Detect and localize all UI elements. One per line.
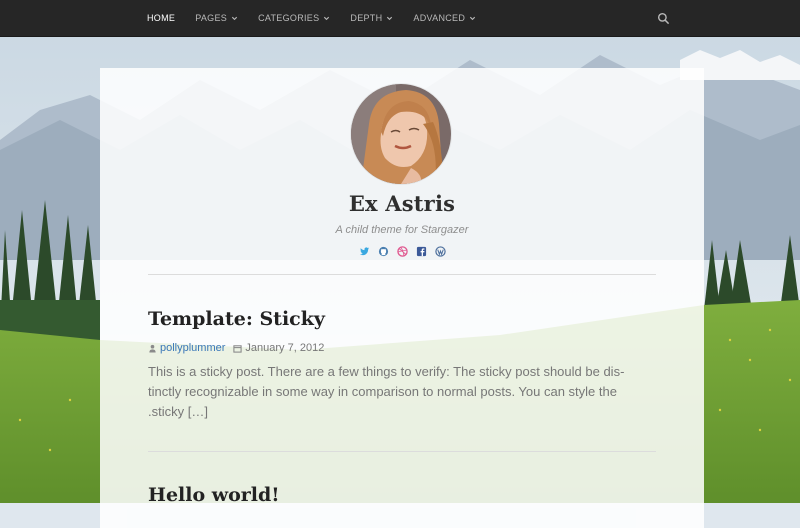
- header-divider: [148, 274, 656, 275]
- content-card: Ex Astris A child theme for Stargazer Te…: [100, 68, 704, 528]
- excerpt-line: .sticky […]: [148, 404, 208, 419]
- nav-item-home[interactable]: HOME: [137, 0, 185, 36]
- dribbble-icon[interactable]: [396, 246, 408, 257]
- twitter-icon[interactable]: [359, 246, 370, 257]
- nav-item-depth[interactable]: DEPTH: [340, 0, 403, 36]
- nav-item-pages[interactable]: PAGES: [185, 0, 248, 36]
- nav-item-categories[interactable]: CATEGORIES: [248, 0, 340, 36]
- excerpt-line: tinctly recognizable in some way in comp…: [148, 384, 617, 399]
- nav-item-label: HOME: [147, 13, 176, 23]
- post-author-link[interactable]: pollyplummer: [160, 342, 225, 354]
- chevron-down-icon: [231, 16, 238, 20]
- post-date-link[interactable]: January 7, 2012: [245, 342, 324, 354]
- nav-item-label: PAGES: [195, 13, 228, 23]
- search-icon[interactable]: [657, 12, 670, 25]
- facebook-icon[interactable]: [416, 246, 427, 257]
- chevron-down-icon: [324, 16, 330, 20]
- nav-item-label: DEPTH: [350, 13, 383, 23]
- user-icon: [149, 344, 156, 353]
- chevron-down-icon: [387, 16, 393, 20]
- post-title[interactable]: Template: Sticky: [148, 308, 325, 330]
- avatar[interactable]: [351, 84, 451, 184]
- chevron-down-icon: [470, 16, 476, 20]
- post-divider: [148, 451, 656, 452]
- post-meta: pollyplummer January 7, 2012: [148, 342, 324, 354]
- site-title[interactable]: Ex Astris: [100, 191, 704, 216]
- nav-item-label: CATEGORIES: [258, 13, 320, 23]
- nav-item-advanced[interactable]: ADVANCED: [403, 0, 486, 36]
- site-description: A child theme for Stargazer: [335, 224, 469, 236]
- top-navigation-bar: HOME PAGES CATEGORIES DEPTH ADVANCED: [0, 0, 800, 37]
- post-excerpt: This is a sticky post. There are a few t…: [148, 362, 660, 422]
- avatar-photo: [351, 84, 451, 184]
- calendar-icon: [233, 344, 243, 353]
- social-links: [100, 246, 704, 257]
- excerpt-line: This is a sticky post. There are a few t…: [148, 364, 625, 379]
- nav-item-label: ADVANCED: [413, 13, 466, 23]
- wordpress-icon[interactable]: [434, 246, 446, 257]
- github-icon[interactable]: [378, 246, 389, 257]
- primary-menu: HOME PAGES CATEGORIES DEPTH ADVANCED: [137, 0, 486, 36]
